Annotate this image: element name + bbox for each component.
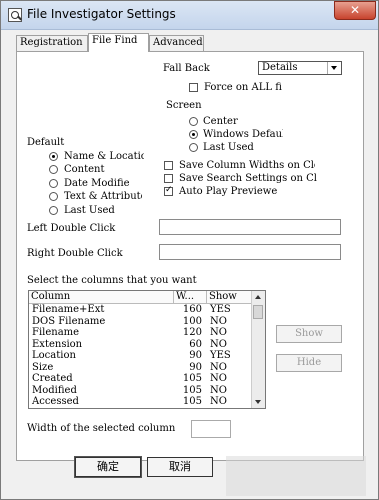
force-all-label: Force on ALL fi — [204, 82, 282, 93]
table-row[interactable]: Filename+Ext 160 YES — [29, 304, 253, 316]
cell-column-name: Filename — [32, 327, 80, 338]
hide-button[interactable]: Hide — [276, 354, 342, 372]
cell-column-name: Accessed — [32, 396, 79, 407]
settings-window: File Investigator Settings ✕ Registratio… — [0, 0, 379, 500]
scroll-thumb[interactable] — [253, 305, 263, 319]
default-label: Default — [27, 137, 65, 148]
magnifier-icon — [8, 8, 22, 22]
column-width-input[interactable] — [191, 420, 231, 438]
save-search-settings-label: Save Search Settings on Cl — [179, 173, 317, 184]
default-name-location-label: Name & Location — [64, 151, 144, 162]
screen-label: Screen — [166, 100, 202, 111]
default-date-modified-label: Date Modified — [64, 178, 130, 189]
default-text-attributes-label: Text & Attributes — [64, 191, 142, 202]
title-bar[interactable]: File Investigator Settings ✕ — [1, 1, 378, 30]
left-double-click-label: Left Double Click — [27, 223, 116, 234]
cell-width: 105 — [182, 396, 202, 407]
cell-width: 160 — [182, 304, 202, 315]
cell-column-name: Location — [32, 350, 76, 361]
columns-list[interactable]: Column W... Show Filename+Ext 160 YES DOS F… — [28, 290, 266, 409]
cell-width: 60 — [189, 338, 202, 350]
column-header-show[interactable]: Show — [207, 291, 253, 303]
table-row[interactable]: Created 105 NO — [29, 373, 253, 385]
left-double-click-input[interactable] — [159, 219, 341, 235]
table-row[interactable]: Modified 105 NO — [29, 385, 253, 397]
fall-back-select-value: Details — [262, 62, 298, 73]
scroll-up-icon[interactable] — [252, 291, 265, 303]
scroll-down-icon[interactable] — [252, 396, 265, 408]
window-title: File Investigator Settings — [27, 7, 176, 21]
tab-advanced[interactable]: Advanced — [149, 35, 204, 51]
cell-width: 90 — [189, 350, 202, 361]
blurred-region — [226, 456, 366, 496]
cell-show: NO — [210, 315, 227, 327]
table-row[interactable]: Location 90 YES — [29, 350, 253, 362]
table-row[interactable]: Extension 60 NO — [29, 339, 253, 351]
cancel-button[interactable]: 取消 — [147, 457, 213, 477]
screen-center-radio[interactable] — [189, 117, 198, 126]
cell-show: NO — [210, 338, 227, 350]
cell-column-name: Size — [32, 361, 54, 373]
right-double-click-input[interactable] — [159, 244, 341, 260]
fall-back-select[interactable]: Details — [258, 61, 342, 75]
cell-show: NO — [210, 396, 227, 407]
show-button[interactable]: Show — [276, 325, 342, 343]
columns-header: Column W... Show — [29, 291, 253, 304]
cell-width: 105 — [182, 384, 202, 396]
cell-show: YES — [210, 350, 231, 361]
fall-back-label: Fall Back — [163, 63, 210, 74]
width-label: Width of the selected column — [27, 423, 176, 434]
cell-column-name: Modified — [32, 384, 77, 396]
screen-last-used-radio[interactable] — [189, 143, 198, 152]
screen-windows-default-label: Windows Default — [203, 129, 283, 140]
cell-width: 105 — [182, 373, 202, 384]
columns-scrollbar[interactable] — [251, 291, 265, 408]
column-header-name[interactable]: Column — [29, 291, 174, 303]
cell-show: NO — [210, 327, 227, 338]
tab-file-find[interactable]: File Find — [88, 33, 149, 52]
auto-play-previewer-checkbox[interactable] — [164, 185, 173, 196]
cell-width: 100 — [182, 315, 202, 327]
screen-center-label: Center — [203, 116, 238, 127]
cell-column-name: Filename+Ext — [32, 304, 105, 315]
default-content-label: Content — [64, 164, 105, 175]
cell-show: NO — [210, 373, 227, 384]
cell-show: NO — [210, 361, 227, 373]
default-content-radio[interactable] — [49, 165, 58, 174]
table-row[interactable]: Accessed 105 NO — [29, 396, 253, 408]
cell-column-name: DOS Filename — [32, 315, 106, 327]
cell-show: NO — [210, 384, 227, 396]
force-all-checkbox[interactable] — [189, 83, 198, 92]
default-date-modified-radio[interactable] — [49, 179, 58, 188]
screen-windows-default-radio[interactable] — [189, 130, 198, 139]
chevron-down-icon — [327, 62, 341, 74]
column-header-width[interactable]: W... — [174, 291, 207, 303]
save-column-widths-checkbox[interactable] — [164, 161, 173, 170]
screen-last-used-label: Last Used — [203, 142, 254, 153]
close-button[interactable]: ✕ — [334, 1, 376, 20]
save-search-settings-checkbox[interactable] — [164, 174, 173, 183]
columns-prompt: Select the columns that you want — [27, 275, 197, 286]
cell-column-name: Extension — [32, 338, 83, 350]
right-double-click-label: Right Double Click — [27, 248, 123, 259]
cell-column-name: Created — [32, 373, 73, 384]
default-last-used-radio[interactable] — [49, 206, 58, 215]
table-row[interactable]: Size 90 NO — [29, 362, 253, 374]
default-name-location-radio[interactable] — [49, 152, 58, 161]
default-text-attributes-radio[interactable] — [49, 192, 58, 201]
table-row[interactable]: Filename 120 NO — [29, 327, 253, 339]
table-row[interactable]: DOS Filename 100 NO — [29, 316, 253, 328]
cell-width: 90 — [189, 361, 202, 373]
default-last-used-label: Last Used — [64, 205, 115, 216]
auto-play-previewer-label: Auto Play Previewe — [179, 186, 278, 197]
save-column-widths-label: Save Column Widths on Clo — [179, 160, 315, 171]
cell-width: 120 — [182, 327, 202, 338]
ok-button[interactable]: 确定 — [75, 457, 141, 477]
cell-show: YES — [210, 304, 231, 315]
tab-registration[interactable]: Registration — [16, 35, 88, 51]
